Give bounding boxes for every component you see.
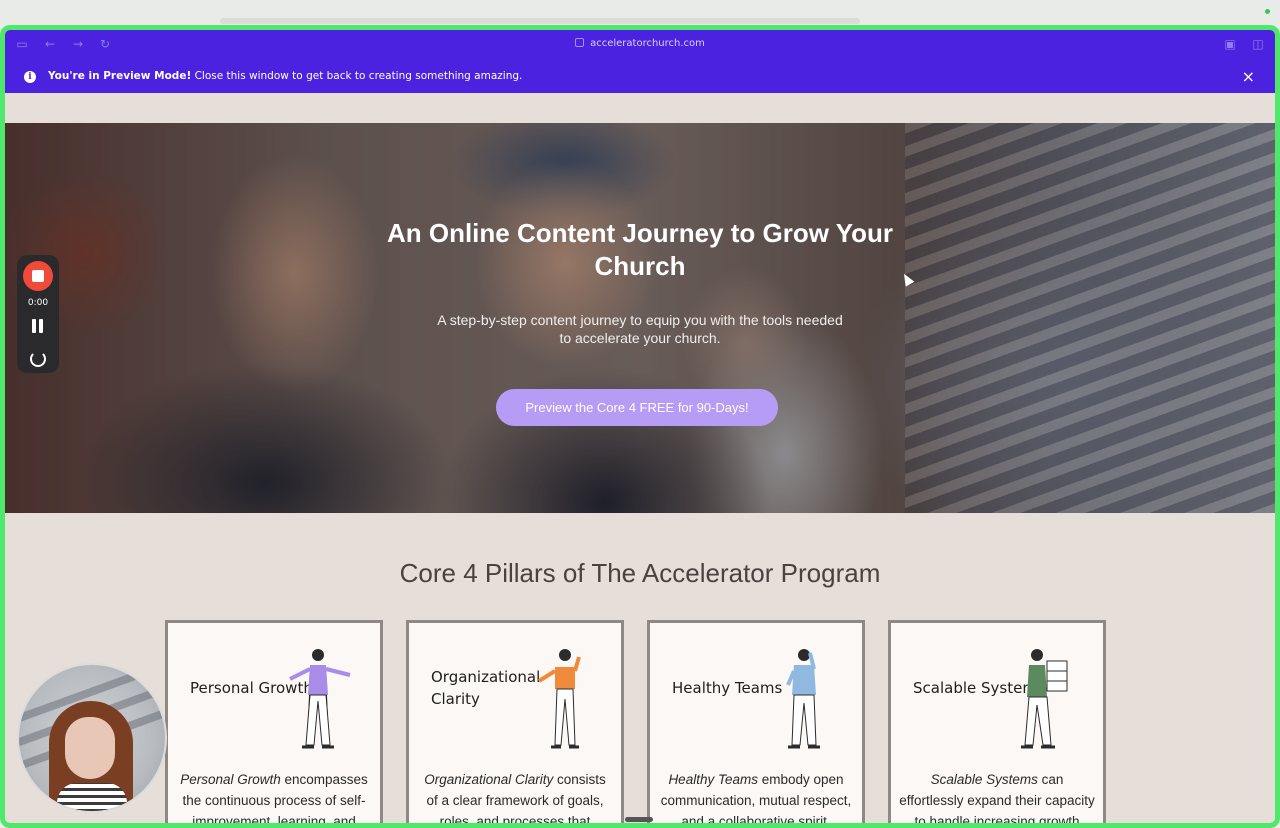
preview-cta-button[interactable]: Preview the Core 4 FREE for 90-Days! [496,389,778,426]
address-bar[interactable]: acceleratorchurch.com [5,38,1275,49]
pillar-card-description: Scalable Systems can effortlessly expand… [899,769,1095,823]
share-icon[interactable]: ▣ [1223,37,1237,51]
tab-strip [220,18,860,24]
hero-title: An Online Content Journey to Grow Your C… [386,218,894,281]
person-illustration-icon [289,649,351,749]
os-top-strip [0,0,1280,26]
person-illustration-icon [537,649,581,749]
pause-icon[interactable] [32,319,44,333]
status-dot-icon [1265,9,1270,14]
hero-section: An Online Content Journey to Grow Your C… [5,123,1275,513]
preview-banner: i You're in Preview Mode! Close this win… [5,60,1275,93]
tabs-icon[interactable]: ◫ [1251,37,1265,51]
pillar-desc-emphasis: Healthy Teams [668,772,758,787]
preview-message-text: Close this window to get back to creatin… [191,70,523,82]
webcam-bubble[interactable] [17,663,167,813]
scroll-indicator[interactable] [625,817,653,822]
person-illustration-icon [786,649,820,749]
person-illustration-icon [1021,649,1068,749]
browser-window: ▭ ← → ↻ acceleratorchurch.com ▣ ◫ i You'… [0,25,1280,828]
pillar-desc-emphasis: Personal Growth [180,772,281,787]
pillar-desc-emphasis: Scalable Systems [930,772,1038,787]
preview-message: You're in Preview Mode! Close this windo… [48,70,522,82]
pillar-desc-emphasis: Organizational Clarity [424,772,554,787]
page-top-spacer [5,93,1275,123]
restart-icon[interactable] [30,351,46,367]
preview-message-bold: You're in Preview Mode! [48,70,192,82]
pillar-card-description: Organizational Clarity consists of a cle… [417,769,613,823]
stop-recording-button[interactable] [23,261,53,291]
pillar-card-title: Healthy Teams [672,679,783,697]
info-icon: i [24,71,36,83]
browser-toolbar: ▭ ← → ↻ acceleratorchurch.com ▣ ◫ [5,30,1275,60]
pillar-card-organizational-clarity[interactable]: Organizational Clarity Organizational Cl… [406,620,624,823]
pillar-card-description: Healthy Teams embody open communication,… [658,769,854,823]
pillar-card-scalable-systems[interactable]: Scalable Systems Scalable Systems can ef… [888,620,1106,823]
pillar-card-description: Personal Growth encompasses the continuo… [176,769,372,823]
recording-timer: 0:00 [27,298,49,308]
url-text: acceleratorchurch.com [590,38,705,49]
lock-icon [575,38,585,47]
close-icon[interactable]: × [1242,67,1255,86]
pillars-title: Core 4 Pillars of The Accelerator Progra… [399,558,881,588]
screen-recorder-controls: 0:00 [17,255,59,373]
pillar-card-personal-growth[interactable]: Personal Growth Personal Growth encompas… [165,620,383,823]
hero-subtitle: A step-by-step content journey to equip … [437,312,843,346]
pillar-card-healthy-teams[interactable]: Healthy Teams Healthy Teams embody open … [647,620,865,823]
